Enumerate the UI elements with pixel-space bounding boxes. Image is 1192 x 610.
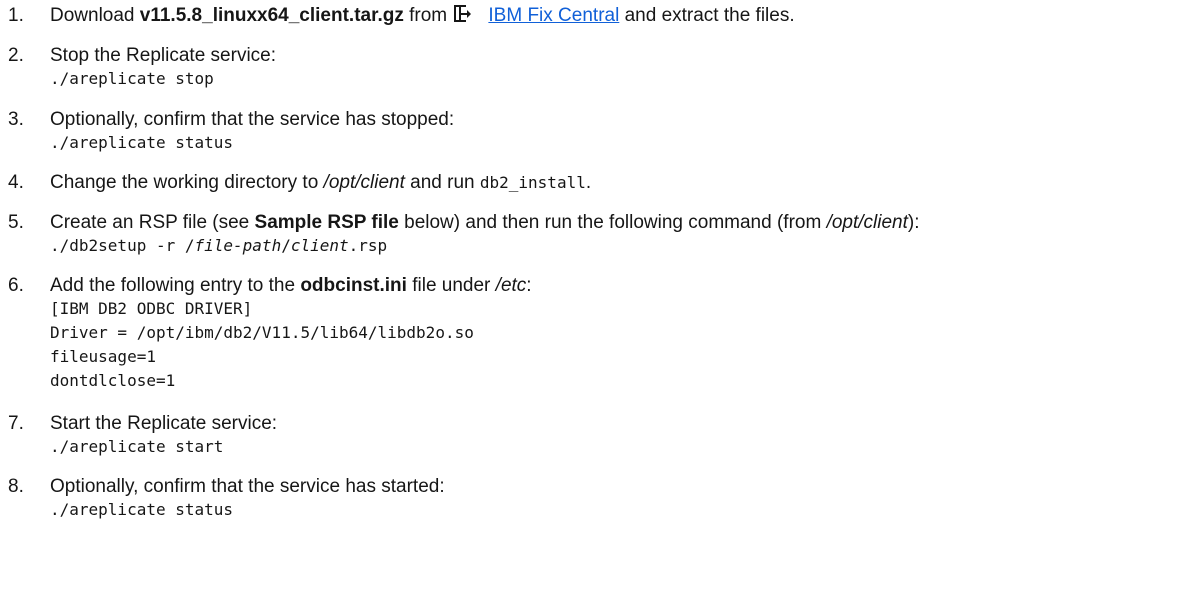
step-text: Add the following entry to the: [50, 275, 301, 296]
install-command: db2_install: [479, 173, 586, 192]
step-text: Create an RSP file (see: [50, 212, 255, 233]
step-text: Change the working directory to: [50, 172, 324, 193]
step-3: 3. Optionally, confirm that the service …: [0, 108, 1192, 155]
directory-path: /etc: [495, 275, 527, 296]
step-text: Stop the Replicate service:: [50, 45, 277, 66]
step-text-line: Create an RSP file (see Sample RSP file …: [50, 211, 1192, 234]
step-4: 4. Change the working directory to /opt/…: [0, 171, 1192, 194]
step-number: 2.: [8, 45, 24, 66]
step-text: file under: [406, 275, 496, 296]
code-block: ./areplicate status: [50, 500, 234, 519]
step-5: 5. Create an RSP file (see Sample RSP fi…: [0, 211, 1192, 258]
code-block: ./db2setup -r /file-path/client.rsp: [50, 236, 388, 255]
code-variable: client: [290, 236, 349, 255]
step-text: and extract the files.: [619, 5, 795, 26]
code-block: ./areplicate status: [50, 133, 234, 152]
step-text: :: [526, 275, 532, 296]
download-filename: v11.5.8_linuxx64_client.tar.gz: [139, 5, 404, 26]
sample-rsp-reference: Sample RSP file: [254, 212, 399, 233]
ibm-fix-central-link[interactable]: IBM Fix Central: [488, 5, 619, 26]
step-number: 1.: [8, 5, 24, 26]
step-number: 3.: [8, 109, 24, 130]
step-text-line: Add the following entry to the odbcinst.…: [50, 274, 1192, 297]
step-text: Optionally, confirm that the service has…: [50, 476, 445, 497]
step-text: Start the Replicate service:: [50, 413, 278, 434]
step-text: Download: [50, 5, 140, 26]
code-block: ./areplicate start: [50, 437, 224, 456]
step-text: Optionally, confirm that the service has…: [50, 109, 455, 130]
step-number: 6.: [8, 275, 24, 296]
step-text: and run: [404, 172, 480, 193]
code-variable: file-path: [194, 236, 282, 255]
step-number: 5.: [8, 212, 24, 233]
directory-path: /opt/client: [826, 212, 908, 233]
step-6: 6. Add the following entry to the odbcin…: [0, 274, 1192, 393]
odbcinst-filename: odbcinst.ini: [300, 275, 407, 296]
step-text: ):: [907, 212, 920, 233]
step-1: 1. Download v11.5.8_linuxx64_client.tar.…: [0, 4, 1192, 27]
code-line: dontdlclose=1: [50, 371, 176, 390]
step-number: 7.: [8, 413, 24, 434]
external-link-icon: [452, 4, 488, 24]
step-text: .: [585, 172, 592, 193]
step-text: from: [403, 5, 453, 26]
code-line: fileusage=1: [50, 347, 156, 366]
step-number: 4.: [8, 172, 24, 193]
step-text: below) and then run the following comman…: [398, 212, 827, 233]
step-8: 8. Optionally, confirm that the service …: [0, 475, 1192, 522]
code-block: ./areplicate stop: [50, 69, 214, 88]
step-2: 2. Stop the Replicate service: ./areplic…: [0, 44, 1192, 91]
step-number: 8.: [8, 476, 24, 497]
step-7: 7. Start the Replicate service: ./arepli…: [0, 412, 1192, 459]
directory-path: /opt/client: [323, 172, 405, 193]
code-line: [IBM DB2 ODBC DRIVER]: [50, 299, 253, 318]
code-line: Driver = /opt/ibm/db2/V11.5/lib64/libdb2…: [50, 323, 474, 342]
